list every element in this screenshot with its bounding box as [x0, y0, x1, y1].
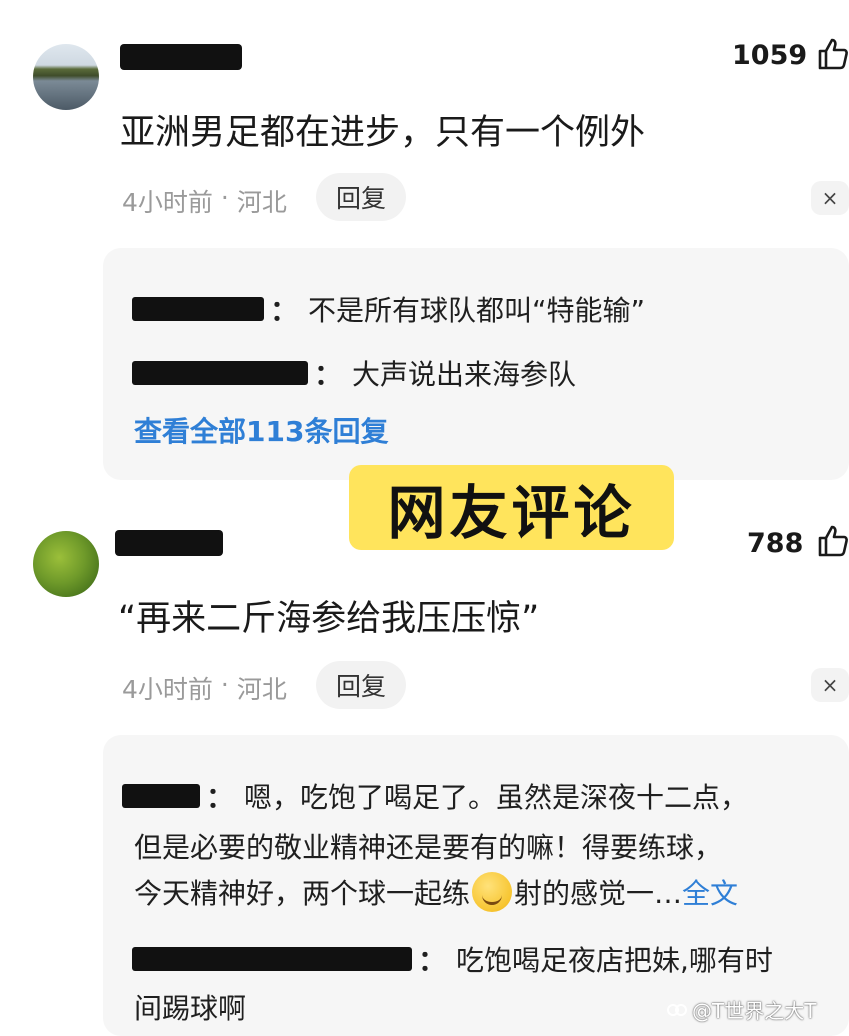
reply-item[interactable]: ： 嗯，吃饱了喝足了。虽然是深夜十二点，: [122, 776, 748, 816]
smirk-emoji-icon: [472, 872, 513, 912]
location: 河北: [236, 675, 287, 704]
reply-username-redacted[interactable]: [132, 297, 264, 321]
full-text-link[interactable]: 全文: [682, 872, 738, 912]
meta-dot: ·: [220, 670, 229, 699]
location: 河北: [236, 188, 287, 217]
comment-text: “再来二斤海参给我压压惊”: [118, 599, 540, 639]
timestamp: 4小时前: [122, 675, 213, 704]
thumbs-up-icon[interactable]: [817, 524, 849, 558]
view-all-replies-link[interactable]: 查看全部113条回复: [134, 410, 388, 450]
like-count: 788: [747, 528, 804, 559]
reply-colon: ：: [206, 781, 235, 814]
reply-text-line: 嗯，吃饱了喝足了。虽然是深夜十二点，: [244, 781, 749, 814]
close-icon[interactable]: ×: [811, 181, 849, 215]
like-count: 1059: [732, 40, 808, 71]
comment-text: 亚洲男足都在进步，只有一个例外: [120, 113, 646, 153]
title-banner: 网友评论: [349, 465, 674, 550]
watermark: @T世界之大T: [666, 995, 816, 1024]
timestamp: 4小时前: [122, 188, 213, 217]
reply-text: 不是所有球队都叫“特能输”: [308, 294, 646, 327]
reply-text: 大声说出来海参队: [352, 358, 577, 391]
reply-button[interactable]: 回复: [316, 173, 407, 221]
avatar[interactable]: [33, 531, 99, 597]
reply-button[interactable]: 回复: [316, 661, 407, 709]
thumbs-up-icon[interactable]: [817, 37, 849, 71]
reply-item[interactable]: ： 吃饱喝足夜店把妹,哪有时: [132, 939, 773, 979]
reply-colon: ：: [314, 358, 343, 391]
username-redacted[interactable]: [120, 44, 242, 70]
comment-meta: 4小时前 · 河北: [122, 183, 287, 219]
meta-dot: ·: [220, 183, 229, 212]
comment-meta: 4小时前 · 河北: [122, 670, 287, 706]
reply-username-redacted[interactable]: [132, 361, 308, 385]
reply-text-segment: 射的感觉一…: [514, 877, 683, 910]
reply-item[interactable]: ： 大声说出来海参队: [132, 353, 576, 393]
reply-colon: ：: [270, 294, 299, 327]
close-icon[interactable]: ×: [811, 668, 849, 702]
reply-text-line: 今天精神好，两个球一起练 射的感觉一… 全文: [134, 872, 738, 912]
watermark-text: @T世界之大T: [692, 999, 817, 1023]
reply-text-line: 但是必要的敬业精神还是要有的嘛！得要练球，: [134, 831, 723, 864]
username-redacted[interactable]: [115, 530, 223, 556]
reply-colon: ：: [418, 944, 447, 977]
avatar[interactable]: [33, 44, 99, 110]
reply-username-redacted[interactable]: [132, 947, 412, 971]
app-logo-icon: [667, 1003, 687, 1016]
reply-text-line: 间踢球啊: [134, 992, 247, 1025]
reply-item[interactable]: ： 不是所有球队都叫“特能输”: [132, 289, 645, 329]
reply-text-line: 吃饱喝足夜店把妹,哪有时: [456, 944, 773, 977]
reply-text-segment: 今天精神好，两个球一起练: [134, 877, 471, 910]
reply-username-redacted[interactable]: [122, 784, 200, 808]
